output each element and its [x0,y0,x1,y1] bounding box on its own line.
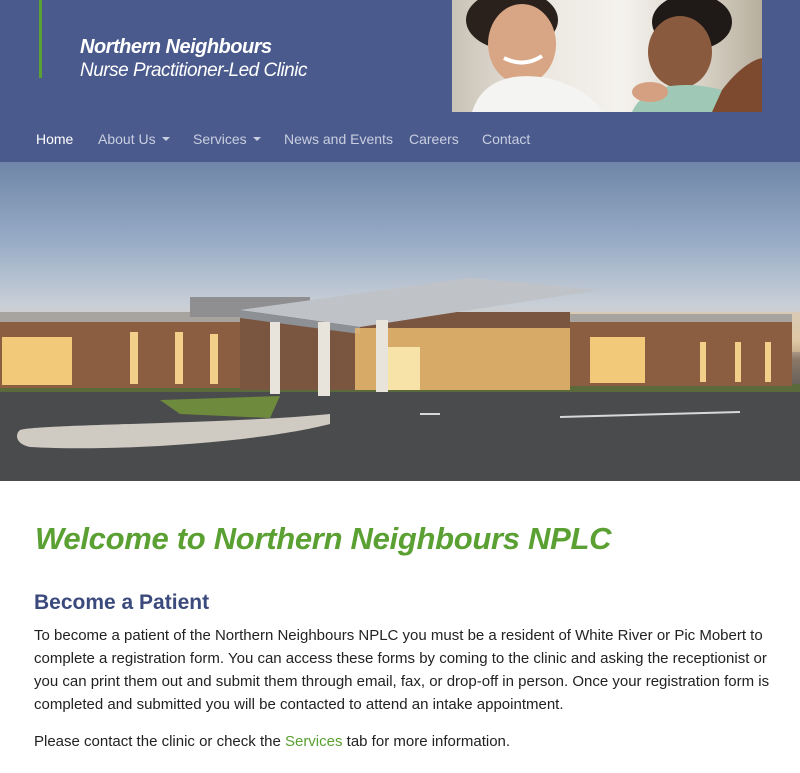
hero-building-photo [0,162,800,481]
nav-services-label: Services [193,131,247,147]
nav-contact-label: Contact [482,131,531,147]
services-link[interactable]: Services [285,733,343,750]
nav-about-us[interactable]: About Us [98,131,170,147]
nav-careers[interactable]: Careers [409,131,459,147]
header-photo-nurse-patient [452,0,762,112]
brand-subtitle[interactable]: Nurse Practitioner-Led Clinic [80,60,307,82]
building-illustration [0,278,800,481]
header-photo-illustration [466,0,762,112]
welcome-heading: Welcome to Northern Neighbours NPLC [35,521,612,556]
contact-suffix-text: tab for more information. [342,733,511,750]
caret-down-icon [161,137,170,141]
contact-prefix-text: Please contact the clinic or check the [34,733,285,750]
nav-news-events-label: News and Events [284,131,393,147]
nav-careers-label: Careers [409,131,459,147]
caret-down-icon [252,137,261,141]
nav-about-us-label: About Us [98,131,156,147]
contact-paragraph: Please contact the clinic or check the S… [34,730,774,753]
become-patient-heading: Become a Patient [34,591,210,614]
brand-title[interactable]: Northern Neighbours [80,36,272,59]
nav-home[interactable]: Home [36,131,73,147]
nav-services[interactable]: Services [193,131,261,147]
nav-news-events[interactable]: News and Events [284,131,393,147]
brand-accent-bar [39,0,42,78]
registration-paragraph: To become a patient of the Northern Neig… [34,627,770,713]
nav-home-label: Home [36,131,74,147]
nav-contact[interactable]: Contact [482,131,530,147]
